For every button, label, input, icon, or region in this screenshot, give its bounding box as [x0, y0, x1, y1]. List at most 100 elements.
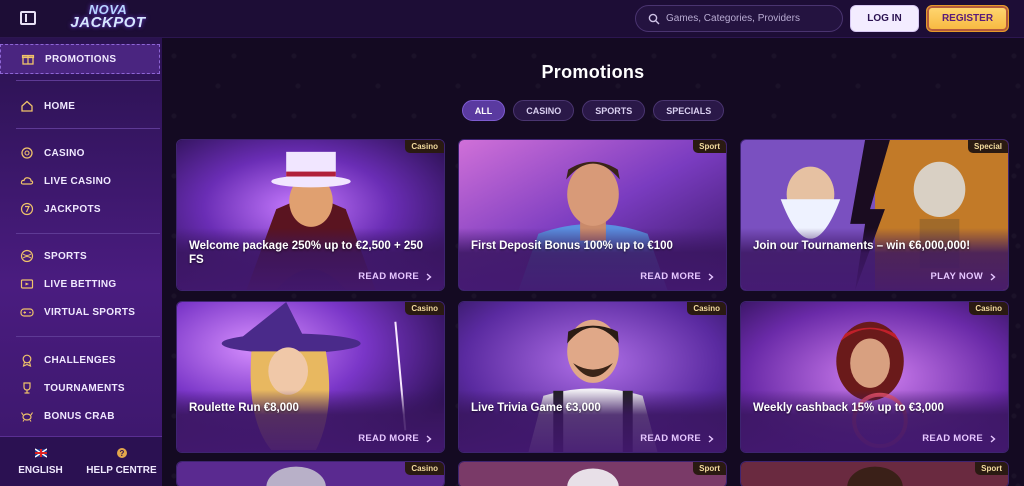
card-read-more-link[interactable]: READ MORE	[640, 271, 714, 282]
sidebar-item-promotions[interactable]: PROMOTIONS	[0, 44, 160, 74]
sidebar-item-label: PROMOTIONS	[45, 53, 117, 65]
chevron-right-icon	[426, 434, 432, 443]
site-logo[interactable]: NOVA JACKPOT	[58, 3, 158, 33]
card-category-badge: Casino	[405, 140, 444, 153]
sidebar-item-label: HOME	[44, 100, 76, 112]
card-title: First Deposit Bonus 100% up to €100	[471, 240, 673, 252]
page-title: Promotions	[541, 62, 645, 82]
sidebar-divider	[16, 128, 160, 129]
sidebar-divider	[16, 233, 160, 234]
promo-card[interactable]: Casino Live Trivia Game €3,000 READ MORE	[458, 301, 727, 453]
crab-icon	[20, 409, 34, 423]
gift-icon	[21, 52, 35, 66]
chevron-right-icon	[708, 434, 714, 443]
filter-specials[interactable]: SPECIALS	[653, 100, 725, 121]
card-cta-label: READ MORE	[358, 433, 419, 444]
sidebar-item-virtual-sports[interactable]: VIRTUAL SPORTS	[0, 298, 160, 326]
ball-icon	[20, 249, 34, 263]
sidebar-item-challenges[interactable]: CHALLENGES	[0, 346, 160, 374]
sidebar-item-bonus-crab[interactable]: BONUS CRAB	[0, 402, 160, 430]
search-box[interactable]	[635, 5, 843, 32]
home-icon	[20, 99, 34, 113]
top-header: NOVA JACKPOT LOG IN REGISTER	[0, 0, 1024, 38]
sidebar-item-label: LIVE BETTING	[44, 278, 117, 290]
card-category-badge: Special	[967, 140, 1008, 153]
sidebar-item-jackpots[interactable]: JACKPOTS	[0, 195, 160, 223]
promo-card[interactable]: Sport	[458, 461, 727, 486]
chevron-right-icon	[708, 272, 714, 281]
sidebar: PROMOTIONS HOME CASINO LIVE CASINO JACKP…	[0, 38, 162, 486]
card-title: Join our Tournaments – win €6,000,000!	[753, 240, 971, 252]
sidebar-item-home[interactable]: HOME	[0, 92, 160, 120]
help-label: HELP CENTRE	[86, 465, 157, 476]
seven-icon	[20, 202, 34, 216]
sidebar-item-tournaments[interactable]: TOURNAMENTS	[0, 374, 160, 402]
card-title: Live Trivia Game €3,000	[471, 402, 601, 414]
promo-card[interactable]: Sport	[740, 461, 1009, 486]
sidebar-footer: ENGLISH ? HELP CENTRE	[0, 436, 162, 486]
card-category-badge: Casino	[405, 462, 444, 475]
sidebar-item-casino[interactable]: CASINO	[0, 139, 160, 167]
card-read-more-link[interactable]: READ MORE	[640, 433, 714, 444]
promo-card[interactable]: Casino	[176, 461, 445, 486]
card-title: Weekly cashback 15% up to €3,000	[753, 402, 944, 414]
language-selector[interactable]: ENGLISH	[0, 437, 81, 486]
chevron-right-icon	[990, 434, 996, 443]
promo-card[interactable]: Casino Weekly cashback 15% up to €3,000 …	[740, 301, 1009, 453]
login-button[interactable]: LOG IN	[850, 5, 919, 32]
sidebar-item-live-betting[interactable]: LIVE BETTING	[0, 270, 160, 298]
filter-all[interactable]: ALL	[461, 100, 506, 121]
card-read-more-link[interactable]: READ MORE	[922, 433, 996, 444]
sidebar-item-label: SPORTS	[44, 250, 87, 262]
sidebar-item-label: VIRTUAL SPORTS	[44, 306, 136, 318]
card-category-badge: Casino	[687, 302, 726, 315]
logo-text-line2: JACKPOT	[70, 14, 146, 31]
card-read-more-link[interactable]: READ MORE	[358, 433, 432, 444]
card-category-badge: Casino	[969, 302, 1008, 315]
help-centre-link[interactable]: ? HELP CENTRE	[81, 437, 162, 486]
main-content: Promotions ALL CASINO SPORTS SPECIALS Ca…	[162, 38, 1024, 486]
medal-icon	[20, 353, 34, 367]
card-read-more-link[interactable]: READ MORE	[358, 271, 432, 282]
sidebar-item-label: CHALLENGES	[44, 354, 116, 366]
chevron-right-icon	[990, 272, 996, 281]
promo-card-image	[459, 462, 726, 486]
language-label: ENGLISH	[18, 465, 63, 476]
promo-card[interactable]: Casino Welcome package 250% up to €2,500…	[176, 139, 445, 291]
filter-tabs: ALL CASINO SPORTS SPECIALS	[162, 100, 1024, 121]
promo-card[interactable]: Sport First Deposit Bonus 100% up to €10…	[458, 139, 727, 291]
sidebar-item-sports[interactable]: SPORTS	[0, 242, 160, 270]
promo-card[interactable]: Casino Roulette Run €8,000 READ MORE	[176, 301, 445, 453]
sidebar-divider	[16, 80, 160, 81]
sidebar-item-label: BONUS CRAB	[44, 410, 115, 422]
card-cta-label: READ MORE	[640, 433, 701, 444]
chevron-right-icon	[426, 272, 432, 281]
sidebar-item-live-casino[interactable]: LIVE CASINO	[0, 167, 160, 195]
card-category-badge: Sport	[693, 462, 726, 475]
sidebar-item-label: LIVE CASINO	[44, 175, 112, 187]
sidebar-item-label: JACKPOTS	[44, 203, 101, 215]
svg-text:?: ?	[119, 449, 124, 458]
tv-icon	[20, 277, 34, 291]
filter-sports[interactable]: SPORTS	[582, 100, 646, 121]
sidebar-item-label: CASINO	[44, 147, 85, 159]
trophy-icon	[20, 381, 34, 395]
card-cta-label: READ MORE	[358, 271, 419, 282]
card-category-badge: Sport	[975, 462, 1008, 475]
casino-chip-icon	[20, 146, 34, 160]
promo-card[interactable]: Special Join our Tournaments – win €6,00…	[740, 139, 1009, 291]
card-category-badge: Casino	[405, 302, 444, 315]
register-button[interactable]: REGISTER	[926, 5, 1009, 32]
search-icon	[648, 13, 660, 24]
card-title: Welcome package 250% up to €2,500 + 250 …	[189, 240, 424, 267]
card-category-badge: Sport	[693, 140, 726, 153]
promo-card-image	[741, 462, 1008, 486]
filter-casino[interactable]: CASINO	[513, 100, 575, 121]
sidebar-toggle-icon[interactable]	[20, 11, 36, 25]
search-input[interactable]	[666, 13, 836, 24]
help-icon: ?	[116, 448, 127, 458]
card-title: Roulette Run €8,000	[189, 402, 299, 414]
sidebar-divider	[16, 336, 160, 337]
card-cta-label: READ MORE	[922, 433, 983, 444]
card-play-now-link[interactable]: PLAY NOW	[930, 271, 996, 282]
